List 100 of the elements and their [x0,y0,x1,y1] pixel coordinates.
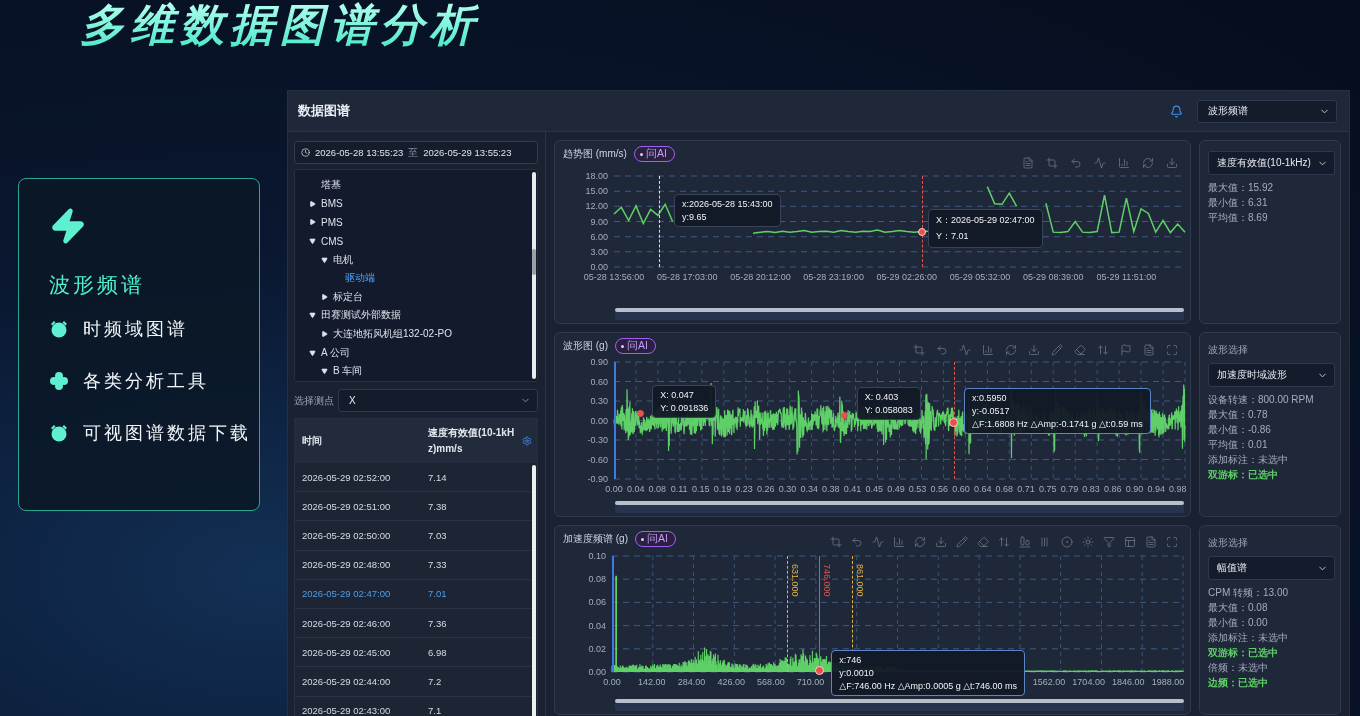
point-select[interactable]: X [338,389,538,412]
toggle-status[interactable]: 添加标注：未选中 [1208,630,1334,645]
table-row[interactable]: 2026-05-29 02:51:00 7.38 [295,492,531,522]
bar-chart-icon[interactable] [1118,157,1130,169]
settings-icon[interactable] [522,436,532,446]
crop-icon[interactable] [1046,157,1058,169]
crop-icon[interactable] [830,536,842,548]
undo-icon[interactable] [936,344,948,356]
pulse-icon[interactable] [959,344,971,356]
table-row[interactable]: 2026-05-29 02:48:00 7.33 [295,550,531,580]
caret-down-icon [320,367,329,375]
download-icon[interactable] [1166,157,1178,169]
tooltip-text: X: 0.403 [864,391,900,402]
tree-item[interactable]: 标定台 [295,287,531,307]
up-down-arrows-icon[interactable] [998,536,1010,548]
date-range-field[interactable]: 2026-05-28 13:55:23 至 2026-05-29 13:55:23 [294,141,538,164]
pencil-icon[interactable] [1051,344,1063,356]
layout-icon[interactable] [1124,536,1136,548]
toggle-status[interactable]: 添加标注：未选中 [1208,452,1334,467]
sun-icon[interactable] [1082,536,1094,548]
scrollbar[interactable] [532,465,536,716]
refresh-icon[interactable] [1005,344,1017,356]
zoom-slider[interactable] [615,308,1184,320]
view-select[interactable]: 波形频谱 [1197,99,1337,123]
tree-item[interactable]: 驱动端 [295,268,531,288]
stat-text: 设备转速：800.00 RPM [1208,393,1315,407]
bell-icon[interactable] [1170,104,1183,118]
tree-item[interactable]: A 公司 [295,343,531,362]
tree-item[interactable]: BMS [295,194,531,214]
zoom-slider[interactable] [615,699,1184,711]
table-cell-text: 7.36 [428,617,448,629]
table-row[interactable]: 2026-05-29 02:43:00 7.1 [295,696,531,716]
ask-ai-button[interactable]: 问AI [633,146,675,162]
up-down-arrows-icon[interactable] [1097,344,1109,356]
axis-label: -0.60 [587,454,608,465]
table-cell-text: 7.33 [428,559,448,571]
zoom-slider[interactable] [615,501,1184,513]
flower-icon [49,371,69,391]
tree-item[interactable]: 电机 [295,250,531,269]
eraser-icon[interactable] [1074,344,1086,356]
bar-chart-icon[interactable] [982,344,994,356]
axis-label: 1988.00 [1151,677,1185,689]
file-icon[interactable] [1145,536,1157,548]
ask-ai-button[interactable]: 问AI [635,531,676,547]
filter-icon[interactable] [1103,536,1115,548]
table-cell-text: 7.14 [428,471,448,483]
table-cell-text: 7.1 [428,705,443,716]
scrollbar[interactable] [532,172,536,379]
toggle-status[interactable]: 边频：已选中 [1208,675,1334,690]
tree-item[interactable]: 塔基 [295,176,531,195]
axis-label: 0.19 [713,484,732,496]
pencil-icon[interactable] [956,536,968,548]
target-icon[interactable] [1061,536,1073,548]
pulse-icon[interactable] [872,536,884,548]
tree-item[interactable]: CMS [295,231,531,251]
cursor-label: 631.000 [789,564,800,597]
table-row[interactable]: 2026-05-29 02:45:00 6.98 [295,638,531,668]
table-row[interactable]: 2026-05-29 02:44:00 7.2 [295,667,531,697]
marker-dot [918,227,927,236]
tooltip-text: △F:1.6808 Hz △Amp:-0.1741 g △t:0.59 ms [972,418,1143,429]
file-icon[interactable] [1022,157,1034,169]
undo-icon[interactable] [851,536,863,548]
table-row[interactable]: 2026-05-29 02:50:00 7.03 [295,521,531,551]
table-cell-text: 2026-05-29 02:48:00 [302,559,392,571]
refresh-icon[interactable] [914,536,926,548]
download-icon[interactable] [935,536,947,548]
field-label: 选择测点 [294,393,334,408]
table-row[interactable]: 2026-05-29 02:46:00 7.36 [295,608,531,639]
eraser-icon[interactable] [977,536,989,548]
tree-item[interactable]: B 车间 [295,361,531,381]
tree-item[interactable]: PMS [295,213,531,232]
bars-icon[interactable] [1019,536,1031,548]
waveform-select[interactable]: 速度有效值(10-1kHz) [1208,151,1335,175]
file-icon[interactable] [1143,344,1155,356]
table-row[interactable]: 2026-05-29 02:47:00 7.01 [295,579,531,609]
axis-label: 710.00 [796,677,825,689]
table-cell-text: 7.01 [428,588,448,600]
tree-item[interactable]: 田赛测试外部数据 [295,306,531,325]
toggle-status[interactable]: 双游标：已选中 [1208,645,1334,660]
tree-item[interactable]: 大连地拓风机组132-02-PO [295,324,531,344]
waveform-select[interactable]: 幅值谱 [1208,556,1335,580]
ask-ai-button[interactable]: 问AI [615,338,656,354]
table-row[interactable]: 2026-05-29 02:52:00 7.14 [295,463,531,493]
waveform-select[interactable]: 加速度时域波形 [1208,363,1335,387]
undo-icon[interactable] [1070,157,1082,169]
tooltip-text: x:0.5950 [972,392,1008,403]
crop-icon[interactable] [913,344,925,356]
refresh-icon[interactable] [1142,157,1154,169]
download-icon[interactable] [1028,344,1040,356]
axis-label: 0.60 [590,376,608,387]
toggle-status[interactable]: 双游标：已选中 [1208,467,1334,482]
caret-down-icon [320,256,329,264]
maximize-icon[interactable] [1166,344,1178,356]
maximize-icon[interactable] [1166,536,1178,548]
flag-icon[interactable] [1120,344,1132,356]
bar-chart-icon[interactable] [893,536,905,548]
pulse-icon[interactable] [1094,157,1106,169]
toggle-status[interactable]: 倍频：未选中 [1208,660,1334,675]
axis-label: 18.00 [585,171,608,181]
axis-label: 0.04 [588,620,606,631]
